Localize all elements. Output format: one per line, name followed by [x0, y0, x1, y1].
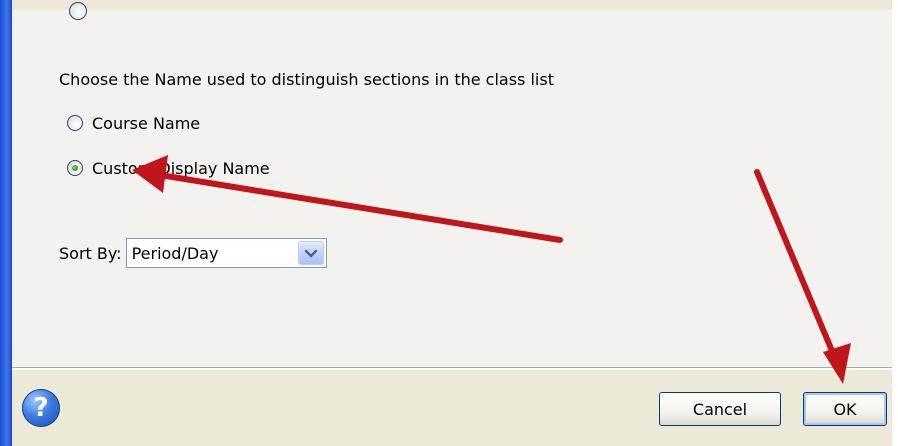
window-right-edge — [892, 0, 898, 446]
dialog-content: Choose the Name used to distinguish sect… — [12, 2, 892, 367]
cancel-button[interactable]: Cancel — [659, 392, 781, 426]
chevron-down-icon — [304, 249, 317, 257]
course-name-radio[interactable] — [67, 115, 83, 131]
course-name-label: Course Name — [92, 113, 201, 133]
window-left-border — [0, 0, 12, 446]
option-custom-display-name[interactable]: Custom Display Name — [67, 157, 270, 179]
partial-radio-button[interactable] — [69, 2, 87, 20]
option-course-name[interactable]: Course Name — [67, 112, 200, 134]
custom-display-name-radio[interactable] — [67, 160, 83, 176]
sort-by-label: Sort By: — [59, 243, 122, 263]
ok-button[interactable]: OK — [803, 392, 887, 426]
sort-by-value: Period/Day — [131, 243, 219, 263]
question-mark-icon[interactable]: ? — [22, 389, 60, 427]
dropdown-button[interactable] — [297, 241, 324, 265]
dialog-window: Choose the Name used to distinguish sect… — [0, 0, 898, 446]
custom-display-name-label: Custom Display Name — [92, 158, 270, 178]
sort-by-row: Sort By: Period/Day — [59, 238, 327, 268]
help-glyph: ? — [33, 393, 49, 423]
section-name-instruction: Choose the Name used to distinguish sect… — [59, 70, 554, 89]
footer-divider — [12, 367, 892, 370]
sort-by-select[interactable]: Period/Day — [125, 238, 327, 268]
